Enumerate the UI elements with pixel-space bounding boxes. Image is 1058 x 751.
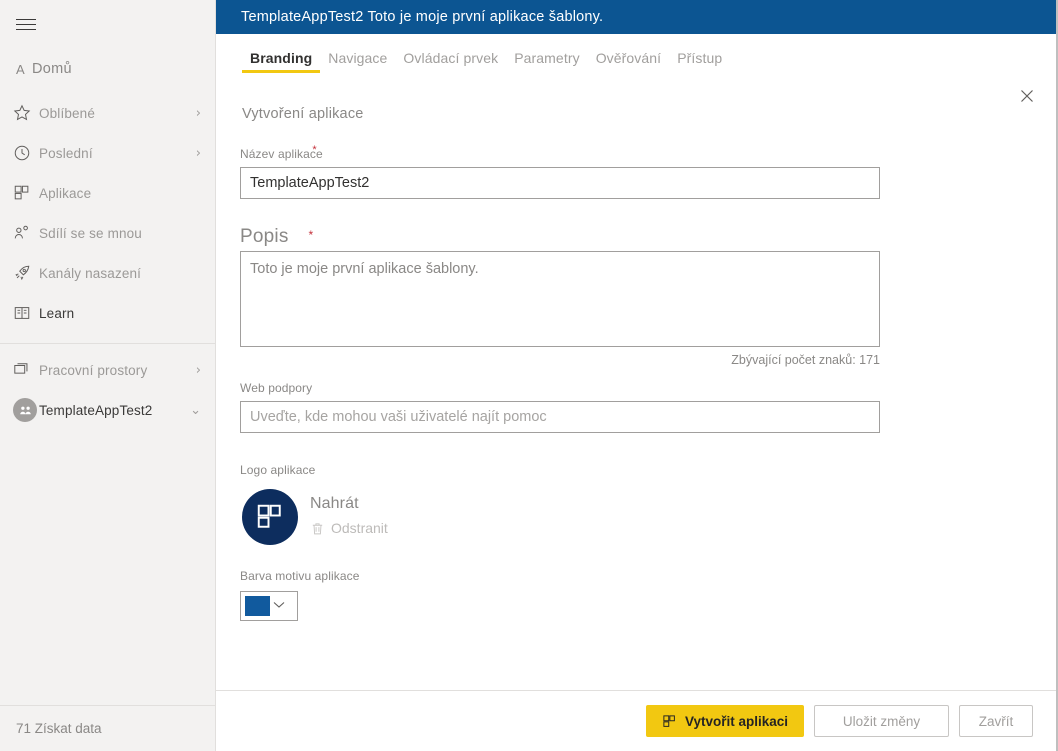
required-asterisk: * — [308, 228, 314, 242]
dialog-title-bar: TemplateAppTest2 Toto je moje první apli… — [216, 0, 1057, 34]
hamburger-line — [16, 18, 36, 20]
theme-color-label: Barva motivu aplikace — [240, 569, 360, 583]
sidebar-item-workspaces[interactable]: Pracovní prostory › — [0, 350, 215, 390]
close-label: Zavřít — [978, 713, 1014, 729]
shared-person-icon — [13, 223, 39, 243]
save-changes-button[interactable]: Uložit změny — [814, 705, 949, 737]
description-label-row: Popis * — [240, 226, 1057, 251]
sidebar-item-label: Poslední — [39, 145, 93, 161]
workspaces-icon — [13, 360, 39, 380]
hamburger-menu-button[interactable] — [12, 11, 40, 37]
tab-list: Branding Navigace Ovládací prvek Paramet… — [216, 50, 730, 73]
tab-pristup[interactable]: Přístup — [669, 50, 730, 72]
app-logo-label: Logo aplikace — [240, 463, 316, 477]
app-name-input[interactable] — [240, 167, 880, 199]
sidebar-item-shared-with-me[interactable]: Sdílí se se mnou — [0, 213, 215, 253]
branding-form: Vytvoření aplikace Název aplikace * Popi… — [216, 84, 1057, 690]
description-textarea[interactable] — [240, 251, 880, 347]
app-name-label-text: Název aplikace — [240, 147, 323, 161]
dialog-footer: Vytvořit aplikaci Uložit změny Zavřít — [216, 690, 1057, 751]
app-root: A Domů Oblíbené › Poslední › Aplikace Sd… — [0, 0, 1058, 751]
field-app-name: Název aplikace * — [216, 144, 1057, 199]
field-description: Popis * Zbývající počet znaků: 171 — [216, 226, 1057, 367]
sidebar-item-label: Learn — [39, 305, 75, 321]
sidebar-item-home[interactable]: A Domů — [0, 51, 215, 87]
book-icon — [13, 303, 39, 323]
sidebar-item-label: Domů — [31, 61, 72, 77]
sidebar-item-deployment-pipelines[interactable]: Kanály nasazení — [0, 253, 215, 293]
sidebar-item-label: Sdílí se se mnou — [39, 225, 142, 241]
support-site-label: Web podpory — [240, 381, 313, 395]
trash-icon — [312, 522, 323, 534]
sidebar-item-favorites[interactable]: Oblíbené › — [0, 93, 215, 133]
apps-grid-icon — [257, 504, 281, 528]
app-logo-row: Nahrát Odstranit — [240, 489, 1057, 545]
tab-bar: Branding Navigace Ovládací prvek Paramet… — [216, 34, 1057, 102]
chevron-down-icon: ⌄ — [190, 402, 201, 418]
app-logo-actions: Nahrát Odstranit — [310, 489, 388, 536]
character-counter: Zbývající počet znaků: 171 — [731, 353, 880, 367]
chevron-down-icon — [273, 601, 285, 612]
remove-logo-label: Odstranit — [331, 520, 388, 536]
tab-branding[interactable]: Branding — [242, 50, 321, 73]
page-title: TemplateAppTest2 Toto je moje první apli… — [241, 9, 604, 25]
color-swatch — [245, 596, 270, 616]
rocket-icon — [13, 263, 39, 283]
sidebar-item-recent[interactable]: Poslední › — [0, 133, 215, 173]
tab-ovladaci-prvek[interactable]: Ovládací prvek — [395, 50, 506, 72]
hamburger-line — [16, 28, 36, 30]
support-site-input[interactable] — [240, 401, 880, 433]
tab-parametry[interactable]: Parametry — [506, 50, 587, 72]
sidebar-item-label: TemplateAppTest2 — [39, 402, 153, 418]
remove-logo-button[interactable]: Odstranit — [310, 520, 388, 536]
clock-icon — [13, 143, 39, 163]
sidebar-nav-list: Oblíbené › Poslední › Aplikace Sdílí se … — [0, 93, 215, 333]
create-app-button[interactable]: Vytvořit aplikaci — [645, 705, 804, 737]
sidebar-item-label: Aplikace — [39, 185, 92, 201]
sidebar-item-learn[interactable]: Learn — [0, 293, 215, 333]
app-logo-preview — [242, 489, 298, 545]
chevron-right-icon: › — [195, 362, 201, 378]
tab-navigace[interactable]: Navigace — [320, 50, 395, 72]
upload-logo-button[interactable]: Nahrát — [310, 495, 388, 513]
create-app-label: Vytvořit aplikaci — [684, 713, 788, 729]
description-label: Popis — [240, 226, 289, 247]
sidebar-item-templateapptest2[interactable]: TemplateAppTest2 ⌄ — [0, 390, 215, 430]
required-asterisk: * — [312, 144, 317, 156]
chevron-right-icon: › — [195, 105, 201, 121]
sidebar-item-apps[interactable]: Aplikace — [0, 173, 215, 213]
close-button[interactable]: Zavřít — [959, 705, 1033, 737]
tab-overovani[interactable]: Ověřování — [588, 50, 670, 72]
field-theme-color: Barva motivu aplikace — [216, 567, 1057, 621]
hamburger-line — [16, 23, 36, 25]
sidebar-item-get-data[interactable]: 71 Získat data — [0, 705, 215, 751]
star-icon — [13, 103, 39, 123]
sidebar-item-label: Pracovní prostory — [39, 362, 148, 378]
sidebar-item-label: 71 Získat data — [16, 721, 102, 736]
section-title: Vytvoření aplikace — [242, 106, 364, 122]
app-name-label: Název aplikace * — [240, 144, 323, 161]
left-sidebar: A Domů Oblíbené › Poslední › Aplikace Sd… — [0, 0, 216, 751]
sidebar-divider — [0, 343, 215, 344]
avatar — [13, 398, 37, 422]
sidebar-item-label: Kanály nasazení — [39, 265, 142, 281]
apps-grid-icon — [663, 714, 675, 727]
field-app-logo: Logo aplikace Nahrát Odstranit — [216, 461, 1057, 545]
workspace-avatar-icon — [13, 398, 39, 422]
home-icon: A — [16, 61, 25, 77]
sidebar-item-label: Oblíbené — [39, 105, 95, 121]
main-panel: TemplateAppTest2 Toto je moje první apli… — [216, 0, 1058, 751]
apps-grid-icon — [13, 183, 39, 203]
theme-color-picker[interactable] — [240, 591, 298, 621]
field-support-site: Web podpory — [216, 379, 1057, 433]
chevron-right-icon: › — [195, 145, 201, 161]
save-changes-label: Uložit změny — [842, 713, 921, 729]
